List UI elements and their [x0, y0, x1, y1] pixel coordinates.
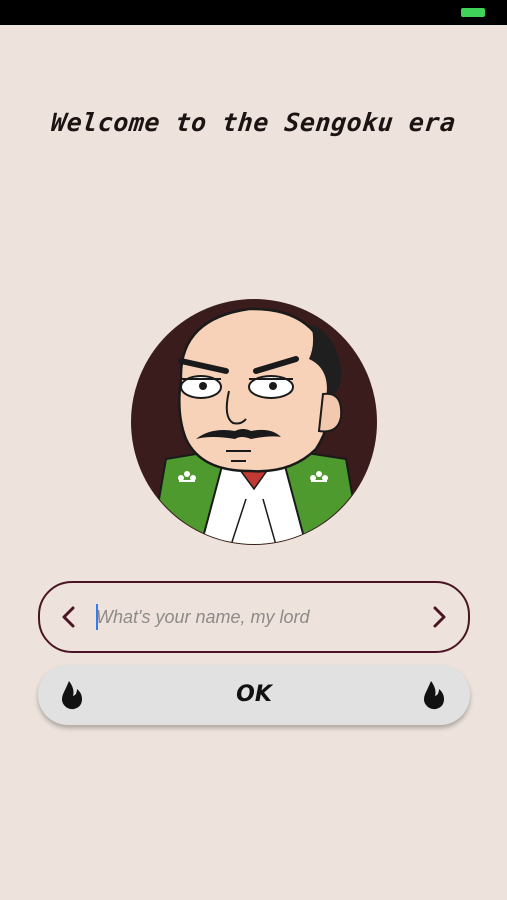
- flame-icon: [424, 681, 444, 710]
- ok-label: OK: [236, 682, 272, 707]
- text-caret: [96, 604, 98, 630]
- welcome-title: Welcome to the Sengoku era: [49, 108, 458, 137]
- ok-button[interactable]: OK: [38, 665, 470, 725]
- battery-icon: [461, 8, 485, 17]
- status-bar: [0, 0, 507, 25]
- samurai-lord-portrait: [131, 299, 377, 545]
- chevron-left-icon[interactable]: [56, 604, 82, 630]
- name-input[interactable]: [96, 597, 414, 637]
- chevron-right-icon[interactable]: [426, 604, 452, 630]
- name-field[interactable]: [38, 581, 470, 653]
